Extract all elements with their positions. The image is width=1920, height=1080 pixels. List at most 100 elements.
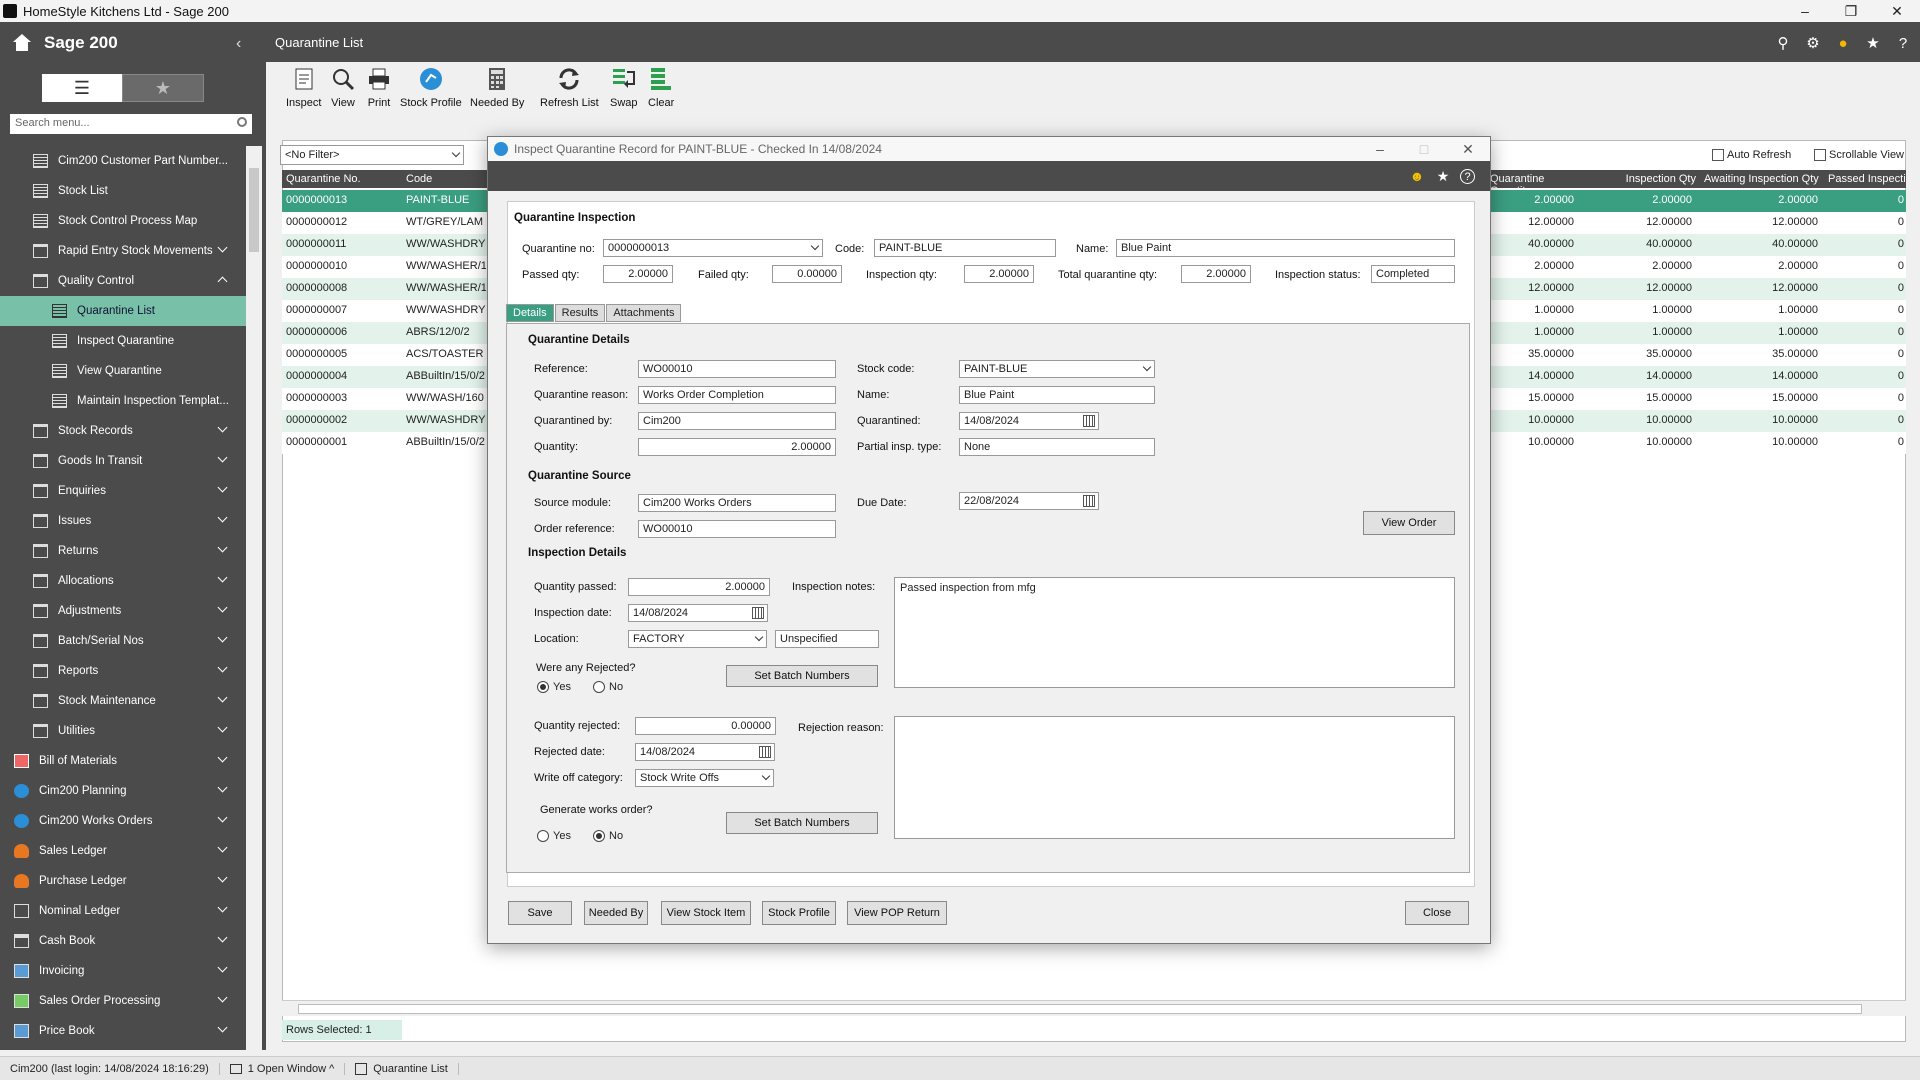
name-field[interactable]: Blue Paint bbox=[1116, 239, 1455, 257]
set-batch-numbers-button[interactable]: Set Batch Numbers bbox=[726, 665, 878, 687]
favourites-star-icon[interactable]: ★ bbox=[122, 74, 204, 102]
restore-icon[interactable]: ❐ bbox=[1828, 0, 1874, 22]
chevron-down-icon[interactable] bbox=[217, 902, 228, 913]
chevron-down-icon[interactable] bbox=[217, 872, 228, 883]
stock-profile-button[interactable]: Stock Profile bbox=[762, 901, 836, 925]
sidebar-item[interactable]: Quality Control bbox=[0, 266, 246, 296]
chevron-down-icon[interactable] bbox=[217, 482, 228, 493]
view-stock-item-button[interactable]: View Stock Item bbox=[661, 901, 751, 925]
dialog-maximize-icon[interactable]: □ bbox=[1402, 137, 1446, 161]
partial-insp-type-field[interactable]: None bbox=[959, 438, 1155, 456]
col-header-awaiting-qty[interactable]: Awaiting Inspection Qty bbox=[1700, 170, 1824, 188]
chevron-down-icon[interactable] bbox=[217, 1022, 228, 1033]
sidebar-item[interactable]: Bill of Materials bbox=[0, 746, 246, 776]
col-header-quarantine-qty[interactable]: Quarantine Quantity bbox=[1490, 170, 1584, 197]
write-off-category-select[interactable]: Stock Write Offs bbox=[635, 769, 774, 787]
sidebar-item[interactable]: Rapid Entry Stock Movements bbox=[0, 236, 246, 266]
clear-button[interactable]: Clear bbox=[648, 66, 674, 109]
sidebar-item[interactable]: Issues bbox=[0, 506, 246, 536]
order-reference-field[interactable]: WO00010 bbox=[638, 520, 836, 538]
swap-button[interactable]: Swap bbox=[610, 66, 638, 109]
passed-qty-field[interactable]: 2.00000 bbox=[603, 265, 673, 283]
calendar-icon[interactable] bbox=[1083, 495, 1095, 507]
open-windows-button[interactable]: 1 Open Window ^ bbox=[220, 1062, 346, 1075]
sidebar-item[interactable]: Price Book bbox=[0, 1016, 246, 1046]
smiley-icon[interactable]: ☻ bbox=[1408, 167, 1426, 185]
chevron-down-icon[interactable] bbox=[217, 752, 228, 763]
inspect-button[interactable]: Inspect bbox=[286, 66, 321, 109]
sidebar-item[interactable]: Returns bbox=[0, 536, 246, 566]
set-batch-numbers-button-2[interactable]: Set Batch Numbers bbox=[726, 812, 878, 834]
minimize-icon[interactable]: – bbox=[1782, 0, 1828, 22]
menu-list-icon[interactable]: ☰ bbox=[42, 74, 122, 102]
sidebar-item[interactable]: Enquiries bbox=[0, 476, 246, 506]
sidebar-item[interactable]: Maintain Inspection Templat... bbox=[0, 386, 246, 416]
stock-code-select[interactable]: PAINT-BLUE bbox=[959, 360, 1155, 378]
chevron-down-icon[interactable] bbox=[217, 692, 228, 703]
view-pop-return-button[interactable]: View POP Return bbox=[847, 901, 947, 925]
collapse-sidebar-icon[interactable]: ‹ bbox=[236, 35, 241, 53]
help-icon[interactable]: ? bbox=[1894, 34, 1912, 52]
quarantine-reason-field[interactable]: Works Order Completion bbox=[638, 386, 836, 404]
sidebar-item[interactable]: Goods In Transit bbox=[0, 446, 246, 476]
sidebar-scrollbar[interactable] bbox=[246, 146, 262, 1060]
total-qty-field[interactable]: 2.00000 bbox=[1181, 265, 1251, 283]
source-module-field[interactable]: Cim200 Works Orders bbox=[638, 494, 836, 512]
sidebar-item[interactable]: Sales Ledger bbox=[0, 836, 246, 866]
star-icon[interactable]: ★ bbox=[1864, 34, 1882, 52]
sidebar-item[interactable]: Batch/Serial Nos bbox=[0, 626, 246, 656]
inspection-date-field[interactable]: 14/08/2024 bbox=[628, 604, 768, 622]
rejected-date-field[interactable]: 14/08/2024 bbox=[635, 743, 775, 761]
sidebar-item[interactable]: Inspect Quarantine bbox=[0, 326, 246, 356]
view-order-button[interactable]: View Order bbox=[1363, 511, 1455, 535]
scrollable-view-checkbox[interactable]: Scrollable View bbox=[1814, 149, 1904, 161]
chevron-up-icon[interactable] bbox=[217, 276, 228, 287]
lightbulb-icon[interactable]: ● bbox=[1834, 34, 1852, 52]
taskbar-tab-quarantine-list[interactable]: Quarantine List bbox=[345, 1062, 459, 1075]
sidebar-item[interactable]: Sales Order Processing bbox=[0, 986, 246, 1016]
quantity-field[interactable]: 2.00000 bbox=[638, 438, 836, 456]
sidebar-item[interactable]: Adjustments bbox=[0, 596, 246, 626]
quantity-passed-field[interactable]: 2.00000 bbox=[628, 578, 770, 596]
location-select[interactable]: FACTORY bbox=[628, 630, 767, 648]
gear-icon[interactable]: ⚙ bbox=[1804, 34, 1822, 52]
sidebar-item[interactable]: View Quarantine bbox=[0, 356, 246, 386]
refresh-list-button[interactable]: Refresh List bbox=[540, 66, 599, 109]
needed-by-button[interactable]: Needed By bbox=[470, 66, 524, 109]
chevron-down-icon[interactable] bbox=[217, 992, 228, 1003]
sidebar-item[interactable]: Stock Control Process Map bbox=[0, 206, 246, 236]
col-header-inspection-qty[interactable]: Inspection Qty bbox=[1584, 170, 1700, 188]
chevron-down-icon[interactable] bbox=[217, 512, 228, 523]
auto-refresh-checkbox[interactable]: Auto Refresh bbox=[1712, 149, 1791, 161]
sidebar-item[interactable]: Reports bbox=[0, 656, 246, 686]
calendar-icon[interactable] bbox=[759, 746, 771, 758]
col-header-passed[interactable]: Passed Inspecti bbox=[1824, 170, 1906, 188]
filter-select[interactable]: <No Filter> bbox=[280, 145, 464, 165]
chevron-down-icon[interactable] bbox=[217, 962, 228, 973]
quarantined-date-field[interactable]: 14/08/2024 bbox=[959, 412, 1099, 430]
sidebar-item[interactable]: Cash Book bbox=[0, 926, 246, 956]
chevron-down-icon[interactable] bbox=[217, 842, 228, 853]
chevron-down-icon[interactable] bbox=[217, 572, 228, 583]
sidebar-item[interactable]: Allocations bbox=[0, 566, 246, 596]
generate-wo-no-radio[interactable]: No bbox=[593, 830, 623, 842]
rejected-yes-radio[interactable]: Yes bbox=[537, 681, 571, 693]
tab-attachments[interactable]: Attachments bbox=[606, 304, 682, 322]
menu-search-input[interactable]: Search menu... bbox=[10, 114, 252, 134]
tab-details[interactable]: Details bbox=[506, 304, 554, 322]
bin-location-field[interactable]: Unspecified bbox=[775, 630, 879, 648]
col-header-quarantine-no[interactable]: Quarantine No. bbox=[282, 170, 404, 188]
quarantined-by-field[interactable]: Cim200 bbox=[638, 412, 836, 430]
home-icon[interactable] bbox=[12, 34, 32, 52]
sidebar-item[interactable]: Cim200 Customer Part Number... bbox=[0, 146, 246, 176]
dialog-close-icon[interactable]: ✕ bbox=[1446, 137, 1490, 161]
inspection-status-field[interactable]: Completed bbox=[1371, 265, 1455, 283]
generate-wo-yes-radio[interactable]: Yes bbox=[537, 830, 571, 842]
quarantine-no-select[interactable]: 0000000013 bbox=[603, 239, 823, 257]
chevron-down-icon[interactable] bbox=[217, 632, 228, 643]
due-date-field[interactable]: 22/08/2024 bbox=[959, 492, 1099, 510]
code-field[interactable]: PAINT-BLUE bbox=[874, 239, 1056, 257]
chevron-down-icon[interactable] bbox=[217, 452, 228, 463]
help-icon[interactable]: ? bbox=[1460, 169, 1475, 184]
sidebar-item[interactable]: Stock List bbox=[0, 176, 246, 206]
